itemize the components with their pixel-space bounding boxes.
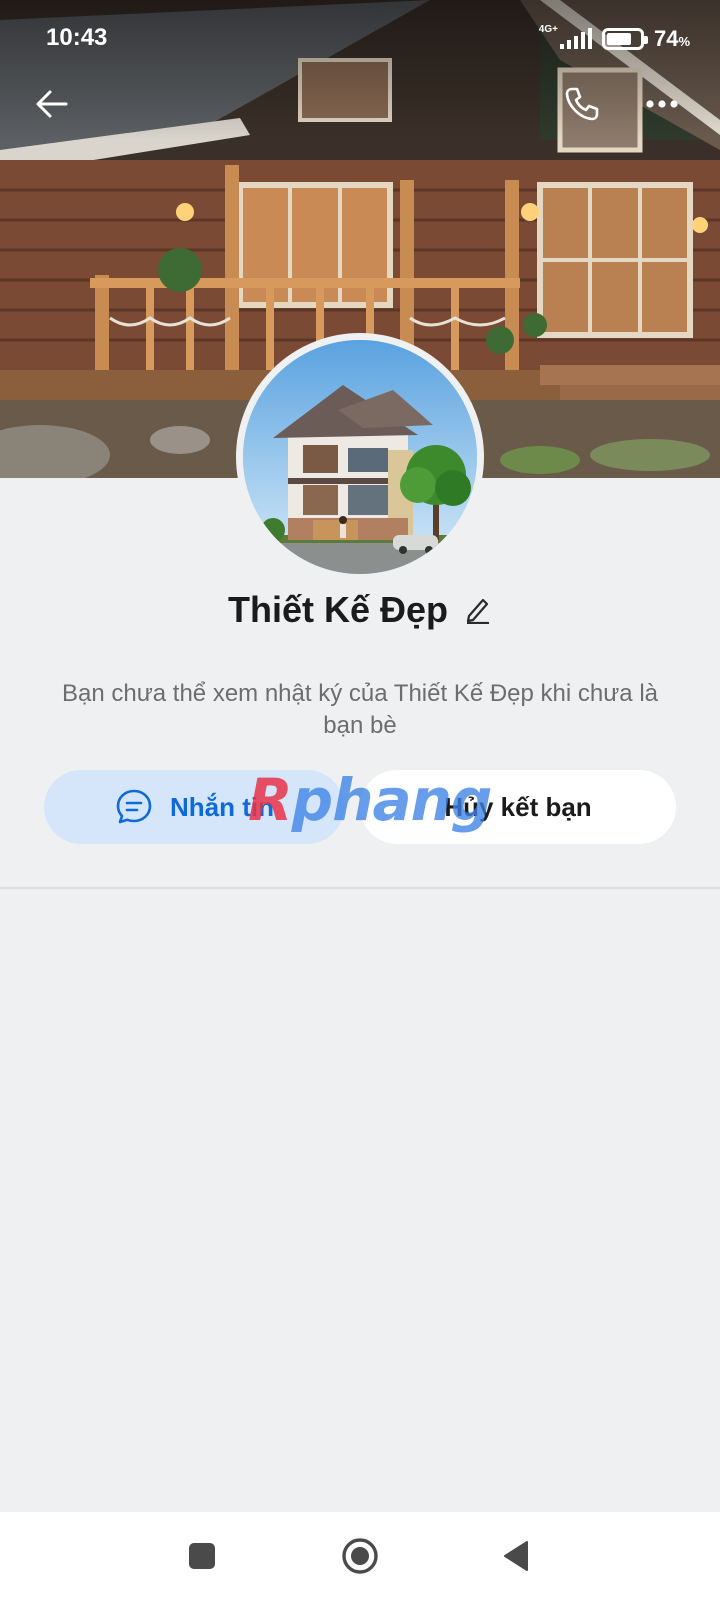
battery-text: 74% xyxy=(654,26,690,52)
top-nav xyxy=(0,72,720,136)
edit-name-button[interactable] xyxy=(464,596,492,624)
home-button[interactable] xyxy=(334,1530,386,1582)
status-time: 10:43 xyxy=(46,24,108,51)
battery-level xyxy=(606,33,631,45)
status-bar: 10:43 4G+ 74% xyxy=(0,0,720,72)
arrow-left-icon xyxy=(36,90,68,118)
more-button[interactable] xyxy=(634,76,690,132)
call-button[interactable] xyxy=(554,76,610,132)
square-icon xyxy=(189,1543,215,1569)
diary-restriction-text: Bạn chưa thể xem nhật ký của Thiết Kế Đẹ… xyxy=(61,680,658,739)
system-back-button[interactable] xyxy=(490,1530,542,1582)
triangle-back-icon xyxy=(504,1541,528,1571)
message-button[interactable]: Nhắn tin xyxy=(44,770,344,844)
battery-percent: 74 xyxy=(653,26,679,51)
profile-name-row: Thiết Kế Đẹp xyxy=(0,585,720,635)
back-button[interactable] xyxy=(24,76,80,132)
avatar[interactable] xyxy=(236,333,484,581)
status-icons: 4G+ 74% xyxy=(531,24,690,54)
message-button-label: Nhắn tin xyxy=(170,791,274,822)
signal-icon xyxy=(559,28,592,49)
circle-icon xyxy=(342,1538,378,1574)
battery-percent-symbol: % xyxy=(678,34,690,49)
battery-icon xyxy=(601,28,648,50)
pencil-icon xyxy=(466,598,490,624)
system-nav-bar xyxy=(0,1512,720,1600)
avatar-house-image xyxy=(243,340,477,574)
unfriend-button[interactable]: Hủy kết bạn xyxy=(360,770,676,844)
section-divider xyxy=(0,887,720,889)
phone-icon xyxy=(565,87,599,121)
unfriend-button-label: Hủy kết bạn xyxy=(444,791,592,822)
network-type-label: 4G+ xyxy=(538,23,558,35)
recent-apps-button[interactable] xyxy=(176,1530,228,1582)
more-horizontal-icon xyxy=(646,100,678,108)
chat-bubble-icon xyxy=(116,789,152,824)
profile-name: Thiết Kế Đẹp xyxy=(227,589,449,630)
